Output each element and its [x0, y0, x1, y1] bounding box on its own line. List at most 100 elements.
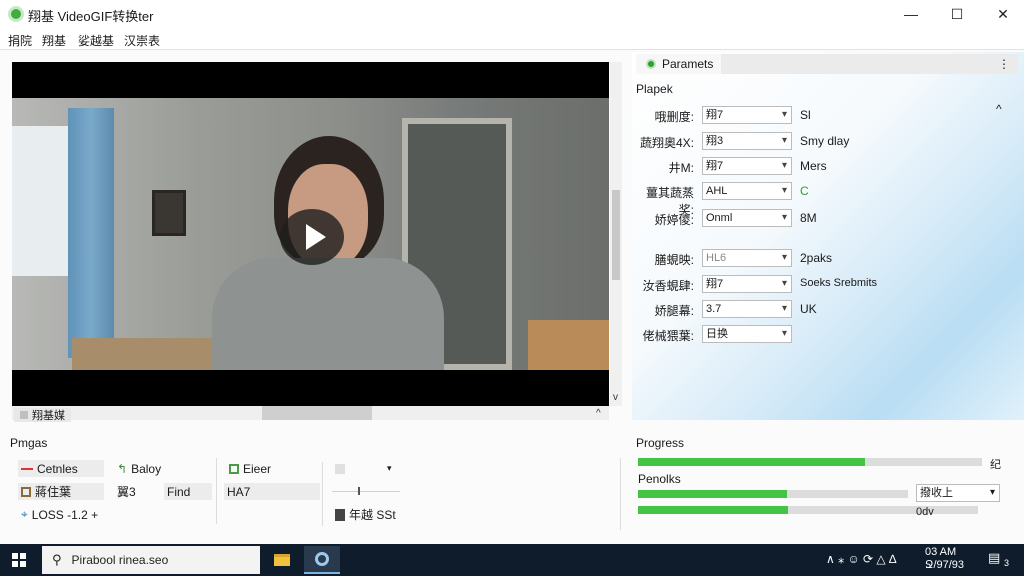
dropdown-caret: ▾	[387, 463, 392, 473]
slider-track[interactable]	[332, 491, 400, 492]
window-title: 翔基 VideoGIF转换ter	[28, 9, 154, 24]
param-select[interactable]: HL6	[702, 249, 792, 267]
position-button[interactable]: ⌖ LOSS -1.2 +	[18, 506, 118, 523]
menu-item-3[interactable]: 娑越基	[78, 32, 114, 49]
parameters-group-title: Plapek	[636, 82, 673, 96]
cut-label: Cetnles	[37, 461, 78, 476]
sub-progress-fill-2	[638, 506, 788, 514]
title-bar[interactable]: 翔基 VideoGIF转换ter — ☐ ✕	[0, 0, 1024, 28]
output-status: 0dv	[916, 506, 934, 518]
video-horizontal-scrollbar[interactable]	[12, 406, 609, 420]
grid-icon	[229, 463, 239, 474]
overall-progress-fill	[638, 458, 866, 466]
blank-dropdown[interactable]: ▾	[332, 460, 398, 477]
media-icon	[20, 411, 28, 419]
sub-progress-title: Penolks	[638, 472, 681, 486]
media-tab[interactable]: 翔基媒	[14, 408, 71, 422]
output-select[interactable]: 撥收上	[916, 484, 1000, 502]
play-button[interactable]	[280, 209, 344, 265]
wall-picture	[152, 190, 186, 236]
param-select[interactable]: 翔7	[702, 157, 792, 175]
tool-divider	[620, 458, 621, 530]
taskbar-search[interactable]: ⚲ Pirabool rinea.seo	[42, 546, 260, 574]
table	[72, 338, 212, 370]
video-preview[interactable]	[12, 62, 609, 406]
tool-divider	[322, 462, 323, 526]
taskbar-app[interactable]	[304, 546, 340, 574]
progress-title: Progress	[636, 436, 685, 450]
tool-divider	[216, 458, 217, 524]
image-label: 蔣住葉	[35, 485, 72, 499]
param-note: 2paks	[800, 251, 833, 265]
param-note: Sl	[800, 108, 811, 122]
start-button[interactable]	[12, 553, 26, 567]
filter-icon: ↰	[117, 461, 128, 476]
tools-section-title: Pmgas	[10, 436, 48, 450]
system-tray-icons[interactable]: ∧ ⁎ ☺ ⟳ △ ∆	[826, 552, 896, 566]
param-select[interactable]: 翔3	[702, 132, 792, 150]
close-button[interactable]: ✕	[980, 0, 1024, 28]
filter-button[interactable]: ↰ Baloy	[114, 460, 210, 477]
param-note: Soeks Srebmits	[800, 277, 878, 289]
param-label: 佬械猥葉:	[642, 329, 694, 343]
crosshair-icon: ⌖	[21, 507, 28, 521]
panel-menu-icon[interactable]: ⋮	[998, 57, 1010, 71]
param-label: 汝香蜆肆:	[642, 279, 694, 293]
param-select[interactable]: 翔7	[702, 275, 792, 293]
minimize-button[interactable]: —	[888, 0, 934, 28]
param-select[interactable]: AHL	[702, 182, 792, 200]
param-select[interactable]: 3.7	[702, 300, 792, 318]
sub-progress-fill-1	[638, 490, 787, 498]
menu-item-4[interactable]: 汉崇表	[124, 32, 160, 49]
collapse-icon[interactable]: ^	[996, 102, 1002, 116]
slider-thumb[interactable]	[358, 487, 360, 495]
param-note: Mers	[800, 159, 827, 173]
film-button[interactable]: 年越 SSt	[332, 506, 418, 523]
filter-label: Baloy	[131, 461, 162, 476]
scroll-thumb[interactable]	[612, 190, 620, 280]
overall-progress-label: 纪	[990, 459, 1001, 471]
video-vertical-scrollbar[interactable]	[610, 62, 622, 406]
notification-count: 3	[1004, 558, 1010, 568]
param-label: 哦删度:	[654, 110, 694, 124]
window-light	[12, 126, 70, 276]
param-note: C	[800, 184, 809, 198]
param-label: 井M:	[668, 161, 694, 175]
overall-progress-bar	[638, 458, 982, 466]
cut-icon	[21, 467, 33, 470]
find-label: Find	[167, 484, 191, 499]
param-label: 娇腿幕:	[654, 304, 694, 318]
collapse-arrow[interactable]: ^	[596, 408, 601, 419]
film-icon	[335, 508, 345, 521]
ha7-field[interactable]: HA7	[224, 483, 320, 500]
grid-button[interactable]: Eieer	[226, 460, 318, 477]
parameters-icon	[646, 59, 656, 69]
cut-button[interactable]: Cetnles	[18, 460, 104, 477]
image-button[interactable]: 蔣住葉	[18, 483, 104, 500]
folder-icon	[274, 554, 290, 566]
param-select[interactable]: 翔7	[702, 106, 792, 124]
scroll-down-arrow[interactable]: v	[613, 392, 618, 403]
param-select[interactable]: Onml	[702, 209, 792, 227]
clock[interactable]: 03 AM Ջ/97/93	[925, 546, 964, 572]
option-3-button[interactable]: 翼3	[114, 483, 166, 500]
position-label: LOSS -1.2 +	[31, 507, 99, 522]
param-label: 娇婷儍:	[654, 213, 694, 227]
maximize-button[interactable]: ☐	[934, 0, 980, 28]
clock-time: 03 AM	[925, 546, 957, 558]
notification-icon[interactable]: ▤	[988, 550, 1000, 566]
find-button[interactable]: Find	[164, 483, 212, 500]
param-label: 膳蜆映:	[654, 253, 694, 267]
app-window: 翔基 VideoGIF转换ter — ☐ ✕ 捐院 翔基 娑越基 汉崇表 v 翔…	[0, 0, 1024, 544]
ha7-label: HA7	[227, 484, 251, 499]
progress-panel: Progress 纪 Penolks 撥收上 0dv	[632, 432, 1024, 530]
parameters-tab[interactable]: Paramets	[636, 54, 722, 74]
taskbar-file-explorer[interactable]	[264, 546, 300, 574]
film-label: 年越 SSt	[349, 508, 396, 522]
horizontal-scroll-thumb[interactable]	[262, 406, 372, 420]
menu-item-2[interactable]: 翔基	[42, 32, 66, 49]
param-select[interactable]: 日换	[702, 325, 792, 343]
image-icon	[21, 486, 31, 497]
menu-item-1[interactable]: 捐院	[8, 32, 32, 49]
curtain	[68, 108, 114, 358]
